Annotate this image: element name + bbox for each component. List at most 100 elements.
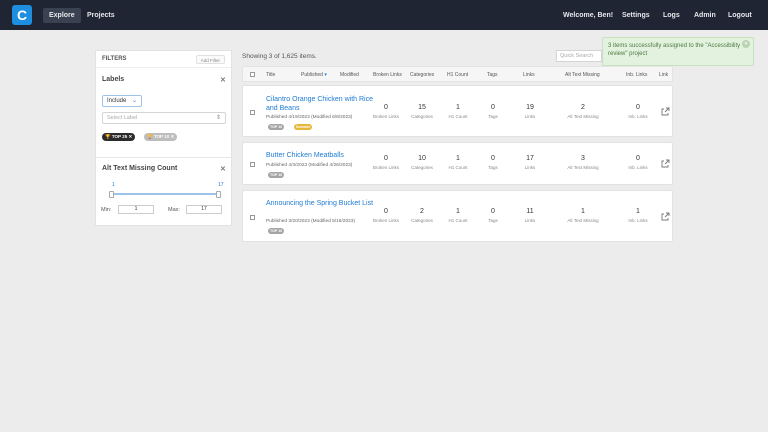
toast-close-icon[interactable]: ✕ bbox=[742, 40, 750, 48]
cell-links: 17 bbox=[526, 155, 534, 162]
label-select-placeholder: Select Label bbox=[107, 115, 138, 121]
cell-categories: 10 bbox=[418, 155, 426, 162]
include-select-value: Include bbox=[107, 98, 127, 104]
row-title-link[interactable]: Announcing the Spring Bucket List bbox=[266, 199, 376, 208]
chip-remove-icon[interactable]: ✕ bbox=[128, 134, 132, 139]
nav-admin[interactable]: Admin bbox=[688, 8, 722, 23]
col-title[interactable]: Title bbox=[266, 72, 275, 78]
cell-label: Alt Text Missing bbox=[567, 165, 599, 170]
label-chip-top10[interactable]: 🏆 TOP 10 ✕ bbox=[144, 133, 178, 141]
chevron-updown-icon: ⇕ bbox=[215, 115, 221, 121]
welcome-user[interactable]: Welcome, Ben! bbox=[557, 8, 619, 23]
cell-tags: 0 bbox=[491, 155, 495, 162]
cell-label: Inb. Links bbox=[628, 218, 648, 223]
col-inbound-links[interactable]: Inb. Links bbox=[626, 72, 647, 78]
chevron-down-icon: ⌄ bbox=[131, 98, 137, 104]
trophy-icon: 🏆 bbox=[147, 134, 153, 139]
nav-explore[interactable]: Explore bbox=[43, 8, 81, 23]
cell-inbound-links: 1 bbox=[636, 208, 640, 215]
filters-header: FILTERS Add Filter bbox=[96, 51, 231, 68]
section-divider bbox=[96, 157, 231, 158]
alt-text-section-title: Alt Text Missing Count bbox=[102, 165, 178, 172]
range-slider-max-handle[interactable] bbox=[216, 191, 221, 198]
select-all-checkbox[interactable] bbox=[250, 72, 255, 77]
nav-logs[interactable]: Logs bbox=[657, 8, 686, 23]
quick-search-input[interactable]: Quick Search bbox=[556, 50, 602, 62]
cell-label: Alt Text Missing bbox=[567, 218, 599, 223]
label-chip-text: TOP 25 bbox=[111, 134, 128, 139]
max-label: Max: bbox=[168, 207, 180, 213]
cell-label: Categories bbox=[411, 165, 433, 170]
cell-broken-links: 0 bbox=[384, 104, 388, 111]
include-select[interactable]: Include ⌄ bbox=[102, 95, 142, 107]
sort-down-icon: ▾ bbox=[322, 72, 327, 78]
cell-label: Links bbox=[524, 165, 536, 170]
external-link-icon[interactable] bbox=[660, 159, 670, 169]
row-tag[interactable]: TOP 10 bbox=[268, 172, 285, 178]
min-label: Min: bbox=[101, 207, 112, 213]
trophy-icon: 🏆 bbox=[105, 134, 111, 139]
nav-settings[interactable]: Settings bbox=[616, 8, 656, 23]
cell-tags: 0 bbox=[491, 208, 495, 215]
table-row[interactable]: Announcing the Spring Bucket List Publis… bbox=[242, 190, 673, 242]
col-alt-text-missing[interactable]: Alt Text Missing bbox=[565, 72, 600, 78]
cell-label: H1 Count bbox=[448, 218, 468, 223]
row-tag[interactable]: TOP 10 bbox=[268, 124, 285, 130]
row-checkbox[interactable] bbox=[250, 215, 255, 220]
filters-title: FILTERS bbox=[102, 56, 127, 62]
row-meta: Published 4/3/2023 (Modified 4/26/2023) bbox=[266, 163, 353, 168]
close-icon[interactable]: ✕ bbox=[220, 165, 226, 173]
col-broken-links[interactable]: Broken Links bbox=[373, 72, 402, 78]
row-tag[interactable]: Summer bbox=[294, 124, 313, 130]
cell-label: Categories bbox=[411, 114, 433, 119]
slider-max-label: 17 bbox=[218, 182, 224, 188]
col-link[interactable]: Link bbox=[659, 72, 668, 78]
cell-label: Links bbox=[524, 218, 536, 223]
range-slider-track[interactable] bbox=[110, 193, 216, 195]
cell-inbound-links: 0 bbox=[636, 104, 640, 111]
cell-label: Links bbox=[524, 114, 536, 119]
cell-links: 19 bbox=[526, 104, 534, 111]
cell-label: Broken Links bbox=[372, 218, 399, 223]
col-h1-count[interactable]: H1 Count bbox=[447, 72, 468, 78]
cell-alt-text-missing: 2 bbox=[581, 104, 585, 111]
row-title-link[interactable]: Butter Chicken Meatballs bbox=[266, 151, 378, 160]
row-checkbox[interactable] bbox=[250, 162, 255, 167]
cell-label: Tags bbox=[488, 165, 498, 170]
external-link-icon[interactable] bbox=[660, 107, 670, 117]
min-input[interactable]: 1 bbox=[118, 205, 154, 214]
label-select[interactable]: Select Label ⇕ bbox=[102, 112, 226, 124]
col-published[interactable]: Published ▾ bbox=[301, 72, 327, 78]
col-categories[interactable]: Categories bbox=[410, 72, 434, 78]
close-icon[interactable]: ✕ bbox=[220, 76, 226, 84]
cell-label: H1 Count bbox=[448, 114, 468, 119]
cell-label: Broken Links bbox=[372, 114, 399, 119]
range-slider-min-handle[interactable] bbox=[109, 191, 114, 198]
col-tags[interactable]: Tags bbox=[487, 72, 498, 78]
row-title-link[interactable]: Cilantro Orange Chicken with Rice and Be… bbox=[266, 95, 378, 113]
cell-alt-text-missing: 1 bbox=[581, 208, 585, 215]
nav-logout[interactable]: Logout bbox=[722, 8, 758, 23]
max-input[interactable]: 17 bbox=[186, 205, 222, 214]
external-link-icon[interactable] bbox=[660, 212, 670, 222]
col-links[interactable]: Links bbox=[523, 72, 535, 78]
table-row[interactable]: Cilantro Orange Chicken with Rice and Be… bbox=[242, 85, 673, 137]
filters-panel: FILTERS Add Filter Labels ✕ Include ⌄ Se… bbox=[95, 50, 232, 226]
row-checkbox[interactable] bbox=[250, 110, 255, 115]
row-meta: Published 4/19/2023 (Modified 6/8/2023) bbox=[266, 115, 353, 120]
table-row[interactable]: Butter Chicken Meatballs Published 4/3/2… bbox=[242, 142, 673, 185]
label-chip-text: TOP 10 bbox=[153, 134, 170, 139]
col-modified[interactable]: Modified bbox=[340, 72, 359, 78]
app-logo[interactable]: C bbox=[12, 5, 32, 25]
chip-remove-icon[interactable]: ✕ bbox=[170, 134, 174, 139]
cell-links: 11 bbox=[526, 208, 534, 215]
cell-categories: 2 bbox=[420, 208, 424, 215]
cell-label: H1 Count bbox=[448, 165, 468, 170]
add-filter-button[interactable]: Add Filter bbox=[195, 55, 225, 64]
label-chip-top25[interactable]: 🏆 TOP 25 ✕ bbox=[102, 133, 136, 141]
cell-broken-links: 0 bbox=[384, 155, 388, 162]
nav-projects[interactable]: Projects bbox=[81, 8, 121, 23]
cell-categories: 15 bbox=[418, 104, 426, 111]
row-tag[interactable]: TOP 10 bbox=[268, 228, 285, 234]
cell-label: Inb. Links bbox=[628, 114, 648, 119]
